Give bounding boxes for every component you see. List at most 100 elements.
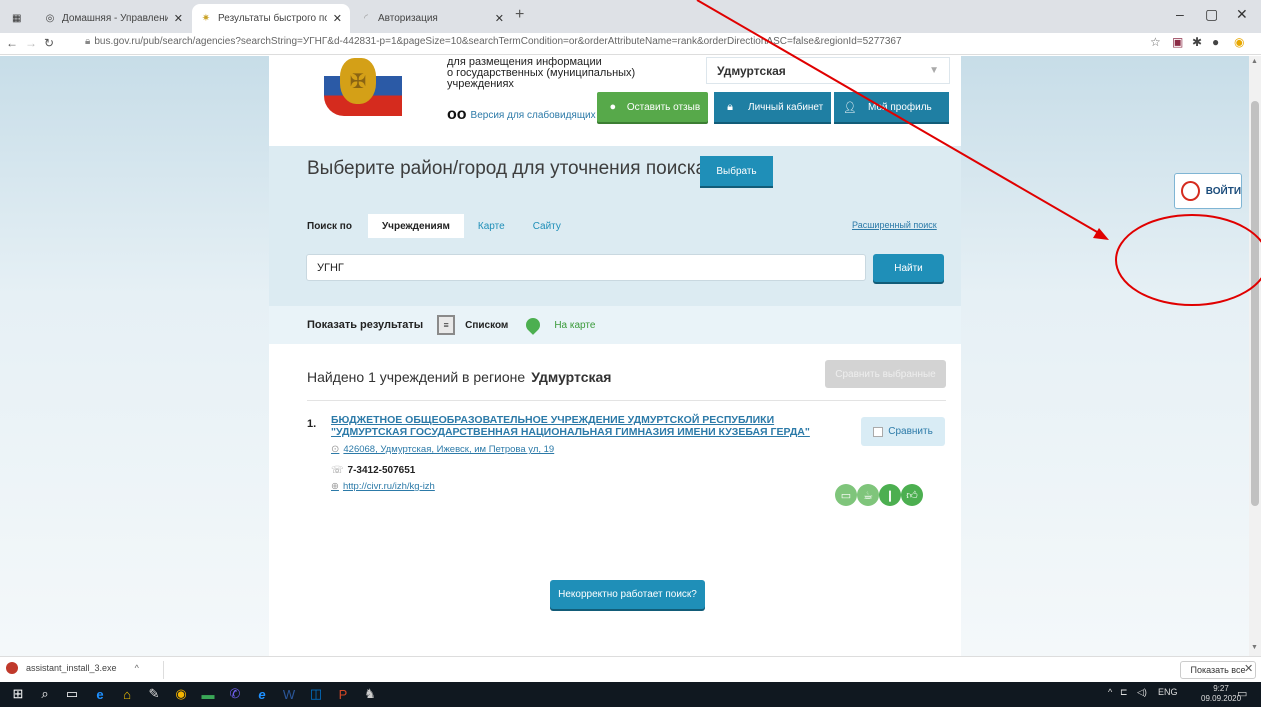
restore-button[interactable]: ▢ <box>1205 6 1218 23</box>
region-select[interactable]: Удмуртская ▼ <box>706 57 950 84</box>
result-website-link[interactable]: ⊕ http://civr.ru/izh/kg-izh <box>331 481 435 492</box>
chevron-up-icon[interactable]: ^ <box>135 663 139 673</box>
select-district-button[interactable]: Выбрать <box>700 156 773 186</box>
compare-checkbox-button[interactable]: Сравнить <box>861 417 945 446</box>
emblem-icon: ✷ <box>201 13 211 24</box>
reload-button[interactable]: ↻ <box>44 36 54 50</box>
close-icon[interactable]: ✕ <box>495 12 504 25</box>
search-icon[interactable]: ⌕ <box>37 686 53 702</box>
tab-map[interactable]: Карте <box>464 214 519 238</box>
search-tabs: Поиск по Учреждениям Карте Сайту <box>307 214 575 238</box>
edge-icon[interactable]: e <box>92 686 108 702</box>
chrome-icon[interactable]: ◉ <box>173 686 189 702</box>
tray-chevron-icon[interactable]: ^ <box>1108 687 1112 697</box>
profile-icon[interactable]: ● <box>1212 35 1219 49</box>
list-icon[interactable]: ≡ <box>437 315 456 335</box>
window-close-button[interactable]: ✕ <box>1236 6 1248 23</box>
tab-auth[interactable]: ◜ Авторизация ✕ <box>352 4 512 33</box>
pinned-tab[interactable]: ▦ <box>4 4 32 33</box>
language-indicator[interactable]: ENG <box>1158 687 1178 697</box>
site-logo[interactable]: ✠ <box>324 56 402 116</box>
list-view-link[interactable]: Списком <box>465 320 508 331</box>
viber-icon[interactable]: ✆ <box>227 686 243 702</box>
extension-icon[interactable]: ▣ <box>1172 35 1183 49</box>
store-icon[interactable]: ⌂ <box>119 686 135 702</box>
find-button[interactable]: Найти <box>873 254 944 282</box>
divider <box>163 661 164 679</box>
browser-toolbar: ← → ↻ 🔒︎ bus.gov.ru/pub/search/agencies?s… <box>0 33 1261 55</box>
search-by-label: Поиск по <box>307 220 352 232</box>
new-tab-button[interactable]: + <box>515 6 524 24</box>
my-profile-button[interactable]: 👤︎ Мой профиль <box>834 92 949 122</box>
profile-label: Мой профиль <box>868 101 932 113</box>
forward-button[interactable]: → <box>25 36 37 50</box>
feedback-button[interactable]: ● Оставить отзыв <box>597 92 708 122</box>
search-input[interactable]: УГНГ <box>306 254 866 281</box>
powerpoint-icon[interactable]: P <box>335 686 351 702</box>
back-button[interactable]: ← <box>6 36 18 50</box>
lock-icon: 🔒︎ <box>85 36 91 47</box>
computer-icon[interactable]: ▭ <box>835 484 857 506</box>
chat-bubble-icon: ● <box>609 101 617 113</box>
visually-impaired-link[interactable]: oo Версия для слабовидящих <box>447 106 596 124</box>
divider <box>307 400 946 401</box>
notifications-icon[interactable]: ▭ <box>1237 687 1247 700</box>
app-icon[interactable]: ♞ <box>362 686 378 702</box>
outlook-icon[interactable]: ◫ <box>308 686 324 702</box>
search-panel: Выберите район/город для уточнения поиск… <box>269 146 961 306</box>
word-icon[interactable]: W <box>281 686 297 702</box>
close-icon[interactable]: ✕ <box>1244 662 1253 675</box>
close-icon[interactable]: ✕ <box>174 12 183 25</box>
page-scrollbar[interactable]: ▲ ▼ <box>1249 56 1261 656</box>
url-text: bus.gov.ru/pub/search/agencies?searchStr… <box>94 36 902 47</box>
eagle-emblem-icon: ✠ <box>340 58 376 104</box>
thumbs-up-icon[interactable]: 👍︎ <box>901 484 923 506</box>
tab-home[interactable]: ◎ Домашняя - Управление обра: ✕ <box>36 4 191 33</box>
windows-taskbar: ⊞ ⌕ ▭ e ⌂ ✎ ◉ ▬ ✆ e W ◫ P ♞ ^ ⊏ ◁) ENG 9… <box>0 682 1261 707</box>
cup-icon[interactable]: ☕︎ <box>857 484 879 506</box>
globe-icon: ◎ <box>45 13 55 24</box>
glasses-icon: oo <box>447 106 467 123</box>
tab-institutions[interactable]: Учреждениям <box>367 214 464 238</box>
gosuslugi-login-widget[interactable]: ВОЙТИ <box>1174 173 1242 209</box>
map-view-link[interactable]: На карте <box>554 320 595 331</box>
tab-title: Авторизация <box>378 13 438 24</box>
result-name-link[interactable]: БЮДЖЕТНОЕ ОБЩЕОБРАЗОВАТЕЛЬНОЕ УЧРЕЖДЕНИЕ… <box>331 414 851 438</box>
files-icon[interactable]: ▬ <box>200 686 216 702</box>
scrollbar-thumb[interactable] <box>1251 101 1259 506</box>
clock-time: 9:27 <box>1213 684 1229 693</box>
clock[interactable]: 9:27 09.09.2020 <box>1201 684 1241 704</box>
tab-site[interactable]: Сайту <box>519 214 575 238</box>
close-icon[interactable]: ✕ <box>333 12 342 25</box>
address-bar[interactable]: 🔒︎ bus.gov.ru/pub/search/agencies?searchS… <box>85 36 902 47</box>
globe-icon: ⊕ <box>331 481 339 492</box>
task-view-icon[interactable]: ▭ <box>64 686 80 702</box>
paint-icon[interactable]: ✎ <box>146 686 162 702</box>
login-label: ВОЙТИ <box>1205 185 1241 197</box>
scroll-up-arrow-icon[interactable]: ▲ <box>1251 58 1258 65</box>
compare-label: Сравнить <box>888 426 933 437</box>
scroll-down-arrow-icon[interactable]: ▼ <box>1251 644 1258 651</box>
extensions-puzzle-icon[interactable]: ✱ <box>1192 35 1202 49</box>
network-icon[interactable]: ⊏ <box>1120 687 1128 698</box>
volume-icon[interactable]: ◁) <box>1137 687 1147 698</box>
update-icon[interactable]: ◉ <box>1234 35 1244 49</box>
map-pin-icon[interactable] <box>523 315 544 335</box>
bookmark-star-icon[interactable]: ☆ <box>1150 35 1161 49</box>
result-address-link[interactable]: ⊙ 426068, Удмуртская, Ижевск, им Петрова … <box>331 444 554 455</box>
compare-selected-button[interactable]: Сравнить выбранные <box>825 360 946 388</box>
checkbox[interactable] <box>873 426 884 437</box>
tab-search-results[interactable]: ✷ Результаты быстрого поиска по ✕ <box>192 4 350 33</box>
minimize-button[interactable]: – <box>1176 6 1184 22</box>
personal-cabinet-button[interactable]: 🔒︎ Личный кабинет <box>714 92 831 122</box>
site-header: ✠ для размещения информации о государств… <box>269 56 961 146</box>
thermometer-icon[interactable]: ❙ <box>879 484 901 506</box>
advanced-search-link[interactable]: Расширенный поиск <box>852 220 937 230</box>
download-item[interactable]: assistant_install_3.exe ^ <box>6 662 139 674</box>
site-title-line: учреждениях <box>447 78 514 90</box>
district-title: Выберите район/город для уточнения поиск… <box>307 158 707 179</box>
ie-icon[interactable]: e <box>254 686 270 702</box>
search-problem-button[interactable]: Некорректно работает поиск? <box>550 580 705 609</box>
result-phone: ☏ 7-3412-507651 <box>331 465 415 476</box>
windows-start-icon[interactable]: ⊞ <box>10 686 26 702</box>
